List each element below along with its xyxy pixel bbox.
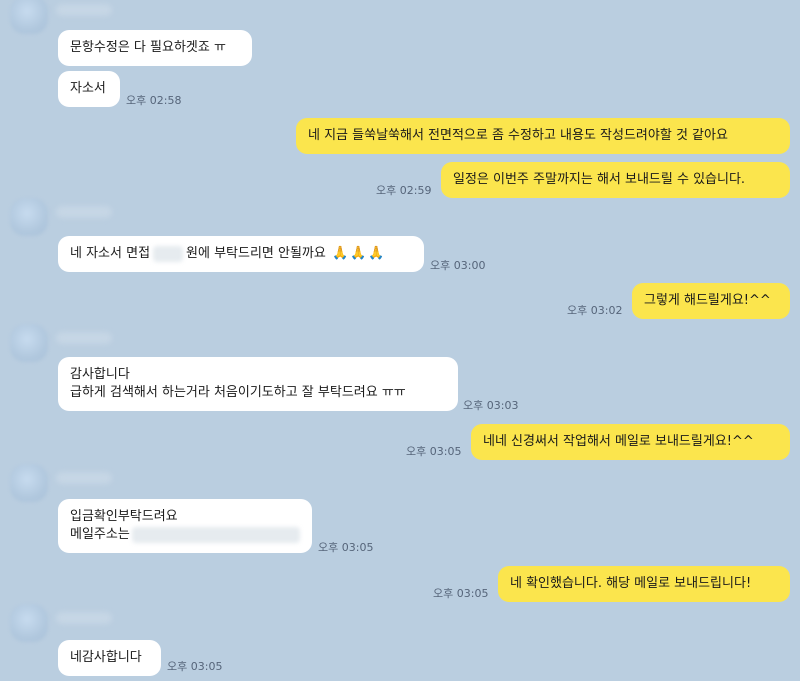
message-bubble-incoming[interactable]: 입금확인부탁드려요 메일주소는: [58, 499, 312, 553]
message-text: 네감사합니다: [70, 650, 142, 665]
sender-name: [56, 472, 112, 484]
pray-emoji-icon: 🙏: [350, 246, 367, 261]
message-time: 오후 02:59: [376, 184, 432, 197]
message-text: 네 지금 들쑥날쑥해서 전면적으로 좀 수정하고 내용도 작성드려야할 것 같아…: [308, 128, 728, 143]
sender-name: [56, 4, 112, 16]
redacted-amount: [153, 245, 184, 262]
message-bubble-incoming[interactable]: 감사합니다 급하게 검색해서 하는거라 처음이기도하고 잘 부탁드려요 ㅠㅠ: [58, 357, 458, 411]
message-text: 감사합니다: [70, 367, 130, 382]
message-bubble-incoming[interactable]: 네감사합니다: [58, 640, 161, 676]
message-time: 오후 03:05: [318, 541, 374, 554]
message-bubble-outgoing[interactable]: 일정은 이번주 주말까지는 해서 보내드릴 수 있습니다.: [441, 162, 790, 198]
redacted-email: [131, 526, 300, 543]
message-bubble-incoming[interactable]: 문항수정은 다 필요하겟죠 ㅠ: [58, 30, 252, 66]
message-text: 네 확인했습니다. 해당 메일로 보내드립니다!: [510, 576, 752, 591]
message-bubble-outgoing[interactable]: 네네 신경써서 작업해서 메일로 보내드릴게요!^^: [471, 424, 790, 460]
pray-emoji-icon: 🙏: [368, 246, 385, 261]
message-text: 일정은 이번주 주말까지는 해서 보내드릴 수 있습니다.: [453, 172, 746, 187]
message-text: 자소서: [70, 81, 106, 96]
message-time: 오후 03:05: [167, 660, 223, 673]
message-bubble-incoming[interactable]: 네 자소서 면접 원에 부탁드리면 안될까요 🙏 🙏 🙏: [58, 236, 424, 272]
message-time: 오후 03:00: [430, 259, 486, 272]
message-text: 네네 신경써서 작업해서 메일로 보내드릴게요!^^: [483, 434, 754, 449]
message-text: 메일주소는: [70, 527, 130, 542]
message-time: 오후 03:03: [463, 399, 519, 412]
message-text: 입금확인부탁드려요: [70, 509, 178, 524]
message-text: 그렇게 해드릴게요!^^: [644, 293, 771, 308]
message-text-suffix: 원에 부탁드리면 안될까요: [186, 246, 326, 261]
message-time: 오후 02:58: [126, 94, 182, 107]
pray-emoji-icon: 🙏: [332, 246, 349, 261]
sender-avatar[interactable]: [10, 0, 48, 34]
message-bubble-outgoing[interactable]: 네 확인했습니다. 해당 메일로 보내드립니다!: [498, 566, 790, 602]
sender-name: [56, 612, 112, 624]
sender-avatar[interactable]: [10, 324, 48, 362]
sender-avatar[interactable]: [10, 464, 48, 502]
message-bubble-incoming[interactable]: 자소서: [58, 71, 120, 107]
message-text-prefix: 네 자소서 면접: [70, 246, 151, 261]
message-bubble-outgoing[interactable]: 네 지금 들쑥날쑥해서 전면적으로 좀 수정하고 내용도 작성드려야할 것 같아…: [296, 118, 790, 154]
sender-avatar[interactable]: [10, 604, 48, 642]
sender-name: [56, 332, 112, 344]
message-time: 오후 03:05: [433, 587, 489, 600]
sender-avatar[interactable]: [10, 198, 48, 236]
message-text: 급하게 검색해서 하는거라 처음이기도하고 잘 부탁드려요 ㅠㅠ: [70, 385, 406, 400]
message-time: 오후 03:05: [406, 445, 462, 458]
message-time: 오후 03:02: [567, 304, 623, 317]
message-bubble-outgoing[interactable]: 그렇게 해드릴게요!^^: [632, 283, 790, 319]
sender-name: [56, 206, 112, 218]
message-text: 문항수정은 다 필요하겟죠 ㅠ: [70, 40, 226, 55]
